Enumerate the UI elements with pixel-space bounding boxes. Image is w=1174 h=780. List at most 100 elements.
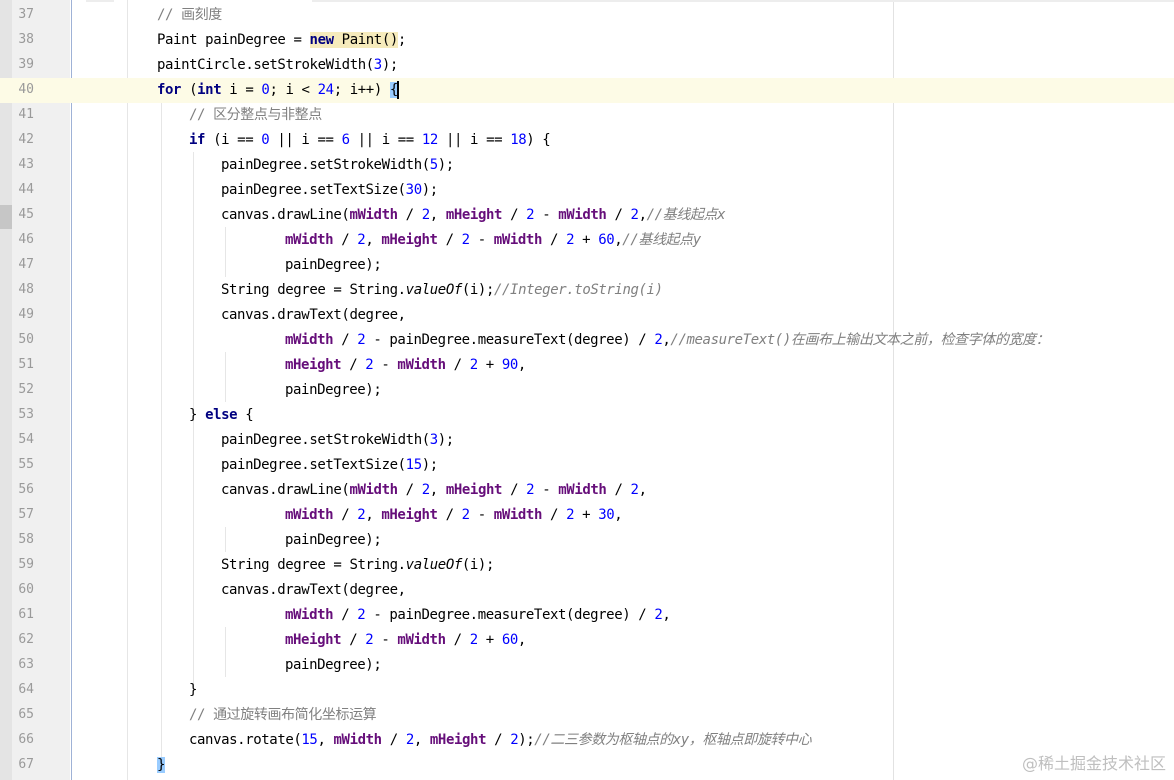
code-text[interactable]: mWidth / 2, mHeight / 2 - mWidth / 2 + 6… xyxy=(285,230,701,250)
code-text[interactable]: mWidth / 2 - painDegree.measureText(degr… xyxy=(285,605,671,625)
code-text[interactable]: mWidth / 2 - painDegree.measureText(degr… xyxy=(285,330,1050,350)
code-token: mWidth xyxy=(349,482,398,498)
code-text[interactable]: mHeight / 2 - mWidth / 2 + 60, xyxy=(285,630,526,650)
code-token: 2 xyxy=(405,732,414,748)
line-number: 64 xyxy=(18,682,34,697)
code-token: , xyxy=(365,232,382,248)
code-text[interactable]: painDegree.setStrokeWidth(5); xyxy=(221,155,454,175)
code-text[interactable]: painDegree.setStrokeWidth(3); xyxy=(221,430,454,450)
code-text[interactable]: if (i == 0 || i == 6 || i == 12 || i == … xyxy=(189,130,551,150)
code-token: //基线起点y xyxy=(622,232,701,248)
code-token: ); xyxy=(437,157,454,173)
code-token: - xyxy=(373,357,398,373)
code-line[interactable]: 37 // 画刻度 xyxy=(0,3,1174,28)
code-text[interactable]: painDegree); xyxy=(285,255,382,275)
code-token: mWidth xyxy=(285,332,334,348)
code-line[interactable]: 44 painDegree.setTextSize(30); xyxy=(0,178,1174,203)
code-text[interactable]: // 通过旋转画布简化坐标运算 xyxy=(189,705,377,725)
code-line[interactable]: 50 mWidth / 2 - painDegree.measureText(de… xyxy=(0,328,1174,353)
code-line[interactable]: 65 // 通过旋转画布简化坐标运算 xyxy=(0,703,1174,728)
code-token: 15 xyxy=(301,732,318,748)
code-token: , xyxy=(429,207,446,223)
line-number: 44 xyxy=(18,182,34,197)
code-token: , xyxy=(614,507,623,523)
line-number: 48 xyxy=(18,282,34,297)
code-text[interactable]: String degree = String.valueOf(i); xyxy=(221,555,494,575)
code-token: int xyxy=(197,82,222,98)
code-token: mHeight xyxy=(381,507,438,523)
code-token: / xyxy=(445,632,470,648)
code-text[interactable]: canvas.drawLine(mWidth / 2, mHeight / 2 … xyxy=(221,480,647,500)
line-number: 39 xyxy=(18,57,34,72)
code-text[interactable]: canvas.rotate(15, mWidth / 2, mHeight / … xyxy=(189,730,812,750)
code-token: 60 xyxy=(501,632,518,648)
code-line[interactable]: 56 canvas.drawLine(mWidth / 2, mHeight / … xyxy=(0,478,1174,503)
code-text[interactable]: painDegree.setTextSize(30); xyxy=(221,180,438,200)
code-token: mWidth xyxy=(397,357,446,373)
code-line[interactable]: 58 painDegree); xyxy=(0,528,1174,553)
code-text[interactable]: } else { xyxy=(189,405,254,425)
code-text[interactable]: painDegree); xyxy=(285,655,382,675)
code-token: 30 xyxy=(598,507,615,523)
code-editor[interactable]: 37 // 画刻度 38 Paint painDegree = new Paint()… xyxy=(0,0,1174,780)
code-line[interactable]: 66 canvas.rotate(15, mWidth / 2, mHeight … xyxy=(0,728,1174,753)
code-line[interactable]: 60 canvas.drawText(degree, xyxy=(0,578,1174,603)
code-token: (i == xyxy=(205,132,262,148)
code-line[interactable]: 61 mWidth / 2 - painDegree.measureText(de… xyxy=(0,603,1174,628)
code-token: ); xyxy=(381,57,398,73)
code-token: // 区分整点与非整点 xyxy=(189,107,322,123)
code-line[interactable]: 54 painDegree.setStrokeWidth(3); xyxy=(0,428,1174,453)
code-text[interactable]: canvas.drawText(degree, xyxy=(221,305,406,325)
code-token: mWidth xyxy=(493,507,543,523)
code-text[interactable]: mWidth / 2, mHeight / 2 - mWidth / 2 + 3… xyxy=(285,505,623,525)
code-text[interactable]: // 画刻度 xyxy=(157,5,222,25)
code-line[interactable]: 38 Paint painDegree = new Paint(); xyxy=(0,28,1174,53)
code-line[interactable]: 51 mHeight / 2 - mWidth / 2 + 90, xyxy=(0,353,1174,378)
code-line[interactable]: 53} else { xyxy=(0,403,1174,428)
code-line[interactable]: 42 if (i == 0 || i == 6 || i == 12 || i =… xyxy=(0,128,1174,153)
code-token: ; i < xyxy=(269,82,318,98)
code-text[interactable]: painDegree); xyxy=(285,380,382,400)
code-line[interactable]: 43 painDegree.setStrokeWidth(5); xyxy=(0,153,1174,178)
code-text[interactable]: canvas.drawText(degree, xyxy=(221,580,406,600)
code-line[interactable]: 59 String degree = String.valueOf(i); xyxy=(0,553,1174,578)
code-line[interactable]: 52 painDegree); xyxy=(0,378,1174,403)
code-token: Paint() xyxy=(333,32,398,48)
code-line[interactable]: 39 paintCircle.setStrokeWidth(3); xyxy=(0,53,1174,78)
code-line[interactable]: 48 String degree = String.valueOf(i);//In… xyxy=(0,278,1174,303)
code-text[interactable]: } xyxy=(157,755,165,775)
code-token: 2 xyxy=(421,482,430,498)
code-line[interactable]: 67} xyxy=(0,753,1174,778)
code-token: mHeight xyxy=(285,357,342,373)
code-line[interactable]: 63 painDegree); xyxy=(0,653,1174,678)
line-number: 56 xyxy=(18,482,34,497)
code-text[interactable]: for (int i = 0; i < 24; i++) { xyxy=(157,80,399,100)
code-token: / xyxy=(606,482,631,498)
code-token: mWidth xyxy=(558,482,607,498)
line-number: 60 xyxy=(18,582,34,597)
code-text[interactable]: mHeight / 2 - mWidth / 2 + 90, xyxy=(285,355,526,375)
code-line[interactable]: 64} xyxy=(0,678,1174,703)
code-line[interactable]: 41 // 区分整点与非整点 xyxy=(0,103,1174,128)
code-text[interactable]: painDegree.setTextSize(15); xyxy=(221,455,438,475)
code-token: i = xyxy=(221,82,262,98)
code-line[interactable]: 40 for (int i = 0; i < 24; i++) { xyxy=(0,78,1174,103)
code-token: painDegree.setStrokeWidth( xyxy=(221,157,430,173)
code-line[interactable]: 47 painDegree); xyxy=(0,253,1174,278)
code-text[interactable]: paintCircle.setStrokeWidth(3); xyxy=(157,55,398,75)
code-text[interactable]: } xyxy=(189,680,197,700)
code-line[interactable]: 49 canvas.drawText(degree, xyxy=(0,303,1174,328)
code-token: - xyxy=(534,482,559,498)
code-text[interactable]: canvas.drawLine(mWidth / 2, mHeight / 2 … xyxy=(221,205,726,225)
code-text[interactable]: String degree = String.valueOf(i);//Inte… xyxy=(221,280,663,300)
code-token: ; xyxy=(397,32,406,48)
code-line[interactable]: 57 mWidth / 2, mHeight / 2 - mWidth / 2 +… xyxy=(0,503,1174,528)
code-line[interactable]: 62 mHeight / 2 - mWidth / 2 + 60, xyxy=(0,628,1174,653)
code-text[interactable]: painDegree); xyxy=(285,530,382,550)
code-token: mHeight xyxy=(285,632,342,648)
code-line[interactable]: 55 painDegree.setTextSize(15); xyxy=(0,453,1174,478)
code-text[interactable]: // 区分整点与非整点 xyxy=(189,105,322,125)
code-line[interactable]: 45 canvas.drawLine(mWidth / 2, mHeight / … xyxy=(0,203,1174,228)
code-line[interactable]: 46 mWidth / 2, mHeight / 2 - mWidth / 2 +… xyxy=(0,228,1174,253)
code-text[interactable]: Paint painDegree = new Paint(); xyxy=(157,30,406,50)
